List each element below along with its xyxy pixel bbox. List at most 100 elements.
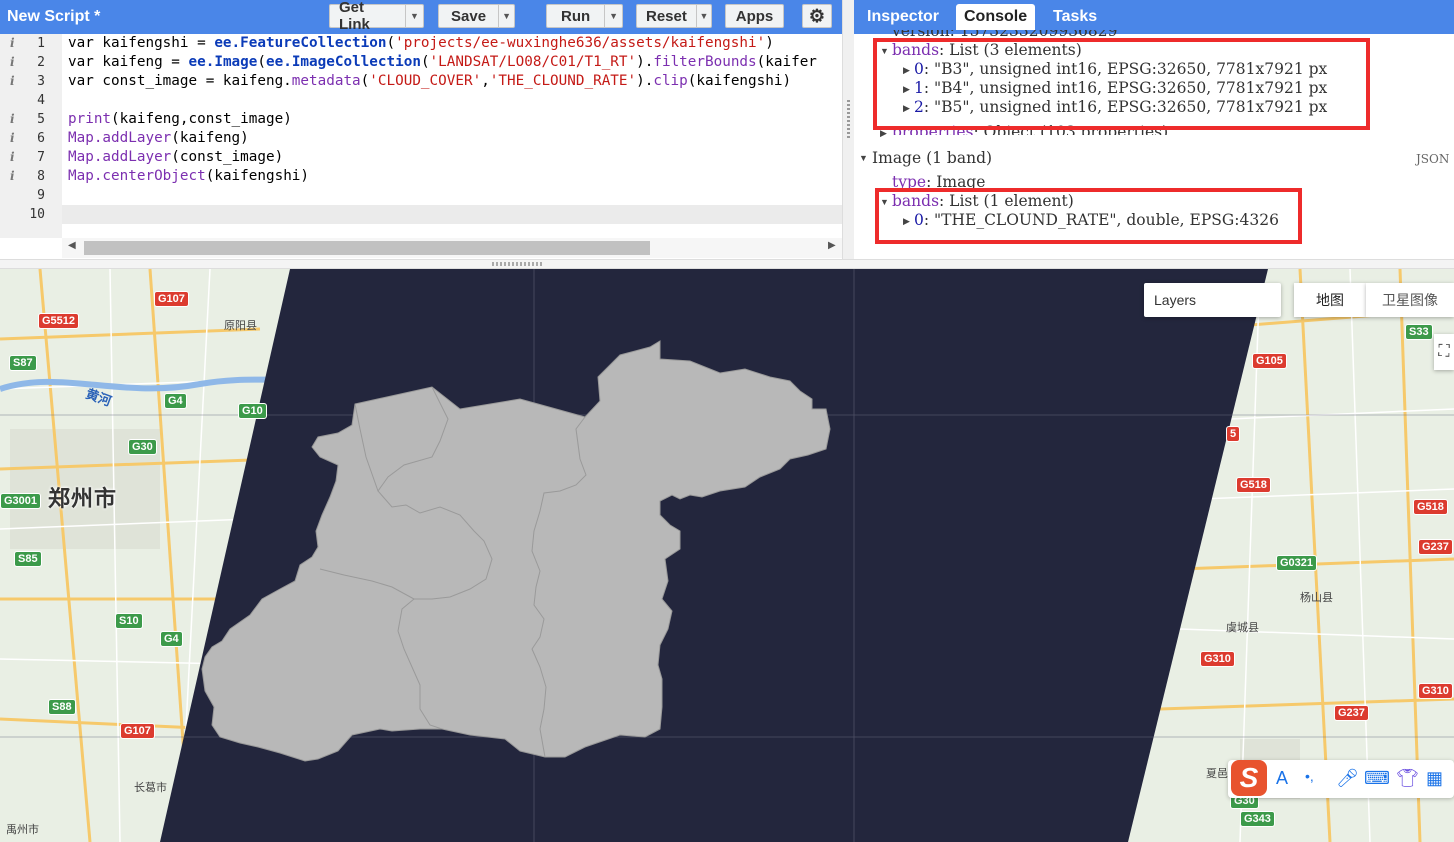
code-token: clip [653, 73, 688, 89]
run-label: Run [561, 7, 591, 25]
code-token: ( [257, 54, 266, 70]
gutter-row: i5 [0, 111, 62, 130]
gutter-row: i1 [0, 35, 62, 54]
road-shield: 5 [1226, 426, 1241, 442]
map-canvas[interactable]: 郑州市 黄河 原阳县 杨山县 虞城县 长葛市 禹州市 夏邑 G107 G5512… [0, 269, 1454, 842]
keyboard-icon[interactable]: ⌨ [1364, 768, 1390, 789]
tab-tasks[interactable]: Tasks [1045, 4, 1105, 30]
chevron-down-icon[interactable]: ▼ [498, 5, 514, 27]
code-token: var kaifengshi = [68, 35, 215, 51]
highlight-box [875, 188, 1302, 244]
code-token: 'CLOUD_COVER' [369, 73, 482, 89]
code-token: ( [386, 35, 396, 51]
code-token: ( [420, 54, 430, 70]
code-line-1[interactable]: var kaifengshi = ee.FeatureCollection('p… [68, 35, 774, 54]
road-shield: G518 [1413, 499, 1448, 515]
chevron-down-icon[interactable]: ▼ [604, 5, 622, 27]
code-token: ). [636, 73, 654, 89]
expanded-triangle-icon[interactable]: ▼ [859, 153, 868, 163]
code-token: metadata [291, 73, 361, 89]
drag-handle-icon[interactable] [847, 100, 850, 140]
script-title[interactable]: New Script * [7, 8, 100, 26]
apps-button[interactable]: Apps [725, 4, 784, 28]
info-icon[interactable]: i [10, 150, 15, 164]
reset-button[interactable]: Reset ▼ [636, 4, 712, 28]
code-token: ). [636, 54, 654, 70]
tab-inspector[interactable]: Inspector [859, 4, 947, 30]
line-number: 10 [29, 207, 45, 222]
info-icon[interactable]: i [10, 36, 15, 50]
code-token: ee.ImageCollection [266, 54, 421, 70]
save-label: Save [451, 7, 487, 25]
gutter-row: i6 [0, 130, 62, 149]
scroll-right-icon[interactable]: ▶ [828, 240, 836, 251]
road-shield: G237 [1418, 539, 1453, 555]
mic-icon[interactable]: 🎤︎ [1336, 768, 1359, 789]
tab-console[interactable]: Console [956, 4, 1036, 30]
road-shield: G30 [128, 439, 157, 455]
json-toggle[interactable]: JSON [1416, 152, 1449, 166]
info-icon[interactable]: i [10, 131, 15, 145]
info-icon[interactable]: i [10, 169, 15, 183]
scrollbar-thumb[interactable] [84, 241, 650, 255]
save-button[interactable]: Save ▼ [438, 4, 515, 28]
city-label: 郑州市 [48, 486, 118, 511]
map-graphics [0, 269, 1454, 842]
code-token: Map.centerObject [68, 168, 206, 184]
chevron-down-icon[interactable]: ▼ [695, 5, 711, 27]
info-icon[interactable]: i [10, 112, 15, 126]
road-shield: G310 [1200, 651, 1235, 667]
place-label: 原阳县 [224, 320, 257, 332]
line-number: 3 [37, 74, 45, 89]
road-shield: S33 [1405, 324, 1433, 340]
shirt-icon[interactable]: 👕︎ [1396, 768, 1419, 789]
get-link-button[interactable]: Get Link ▼ [329, 0, 424, 33]
drag-handle-icon[interactable] [492, 262, 544, 266]
gutter-row: i3 [0, 73, 62, 92]
code-token: Map.addLayer [68, 149, 172, 165]
run-button[interactable]: Run ▼ [546, 4, 623, 28]
code-token: print [68, 111, 112, 127]
gutter-row: i7 [0, 149, 62, 168]
ime-logo-icon[interactable]: S [1231, 760, 1267, 796]
scroll-left-icon[interactable]: ◀ [68, 240, 76, 251]
code-line-2[interactable]: var kaifeng = ee.Image(ee.ImageCollectio… [68, 54, 817, 73]
road-shield: S10 [115, 613, 143, 629]
road-shield: G4 [164, 393, 187, 409]
gear-icon[interactable]: ⚙ [802, 4, 832, 28]
info-icon[interactable]: i [10, 74, 15, 88]
code-token: var const_image = kaifeng. [68, 73, 292, 89]
code-line-5[interactable]: print(kaifeng,const_image) [68, 111, 292, 130]
place-label: 长葛市 [134, 782, 167, 794]
code-line-8[interactable]: Map.centerObject(kaifengshi) [68, 168, 309, 187]
code-line-3[interactable]: var const_image = kaifeng.metadata('CLOU… [68, 73, 791, 92]
fullscreen-icon[interactable]: ⛶ [1434, 334, 1454, 370]
ime-punctuation-icon[interactable]: •, [1305, 768, 1314, 784]
gutter-row: 10 [0, 206, 62, 225]
code-token: ( [360, 73, 370, 89]
line-number: 5 [37, 112, 45, 127]
code-token: , [481, 73, 490, 89]
code-token: (const_image) [171, 149, 284, 165]
reset-label: Reset [646, 7, 687, 25]
code-token: Map.addLayer [68, 130, 172, 146]
chevron-down-icon[interactable]: ▼ [404, 5, 423, 27]
active-line-highlight [62, 205, 842, 224]
code-token: filterBounds [653, 54, 757, 70]
road-shield: G5512 [38, 313, 80, 329]
ime-mode-icon[interactable]: A [1276, 768, 1288, 789]
map-type-satellite-button[interactable]: 卫星图像 [1366, 283, 1454, 317]
code-line-7[interactable]: Map.addLayer(const_image) [68, 149, 283, 168]
console-object-header[interactable]: Image (1 band) [872, 149, 992, 167]
code-token: ) [765, 35, 774, 51]
map-type-map-button[interactable]: 地图 [1294, 283, 1366, 317]
line-number: 7 [37, 150, 45, 165]
panel-splitter[interactable] [0, 259, 1454, 269]
gutter-row: 4 [0, 92, 62, 111]
code-line-6[interactable]: Map.addLayer(kaifeng) [68, 130, 249, 149]
layers-button[interactable]: Layers [1144, 283, 1281, 317]
grid-icon[interactable]: ▦ [1426, 768, 1443, 789]
info-icon[interactable]: i [10, 55, 15, 69]
code-token: (kaifengshi) [205, 168, 310, 184]
road-shield: G105 [1252, 353, 1287, 369]
